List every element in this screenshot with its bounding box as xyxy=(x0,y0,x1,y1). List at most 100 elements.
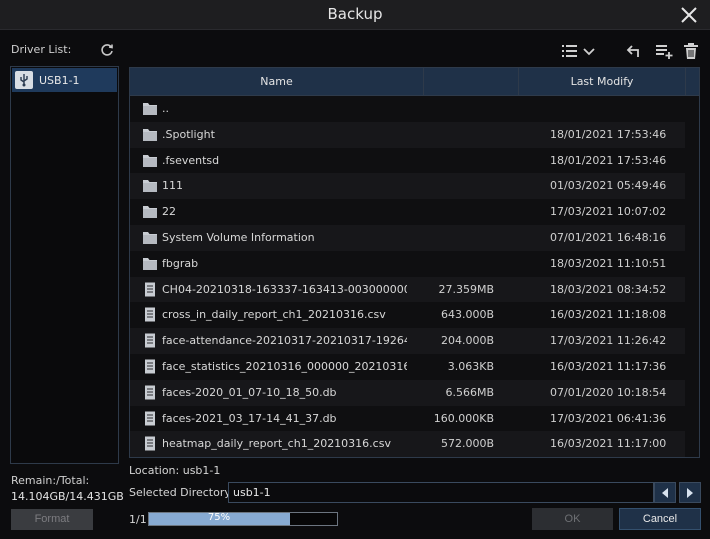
column-header-name[interactable]: Name xyxy=(130,68,424,96)
table-row[interactable]: .Spotlight 18/01/2021 17:53:46 xyxy=(130,121,699,148)
remain-total-value: 14.104GB/14.431GB xyxy=(11,490,124,503)
file-date: 16/03/2021 11:17:00 xyxy=(550,437,667,451)
file-icon xyxy=(142,436,158,451)
folder-icon xyxy=(142,101,158,116)
format-button[interactable]: Format xyxy=(11,509,93,530)
file-icon xyxy=(142,307,158,322)
column-header-size[interactable] xyxy=(424,68,519,96)
table-row[interactable]: faces-2021_03_17-14_41_37.db 160.000KB 17/… xyxy=(130,405,699,432)
file-name: faces-2021_03_17-14_41_37.db xyxy=(162,411,337,425)
file-date: 16/03/2021 11:17:36 xyxy=(550,359,667,373)
file-name: .fseventsd xyxy=(162,153,220,167)
table-row[interactable]: cross_in_daily_report_ch1_20210316.csv 64… xyxy=(130,302,699,329)
file-size: 27.359MB xyxy=(438,282,494,296)
prev-button[interactable] xyxy=(654,482,676,503)
file-name: .. xyxy=(162,102,169,115)
file-size: 643.000B xyxy=(440,308,494,322)
file-name: face_statistics_20210316_000000_20210316… xyxy=(162,359,407,373)
file-date: 16/03/2021 11:18:08 xyxy=(550,308,667,322)
table-row[interactable]: face-attendance-20210317-20210317-192643… xyxy=(130,328,699,354)
progress-bar: 75% xyxy=(148,512,338,526)
table-row[interactable]: .. xyxy=(130,96,699,122)
scrollbar[interactable] xyxy=(685,96,699,457)
table-row[interactable]: faces-2020_01_07-10_18_50.db 6.566MB 07/01… xyxy=(130,379,699,406)
cancel-button[interactable]: Cancel xyxy=(619,508,701,530)
file-size xyxy=(422,122,494,148)
next-button[interactable] xyxy=(679,482,701,503)
chevron-left-icon xyxy=(662,487,668,498)
title-bar: Backup xyxy=(0,0,710,30)
chevron-right-icon xyxy=(687,487,693,498)
folder-icon xyxy=(142,256,158,271)
location-text: Location: usb1-1 xyxy=(129,464,221,477)
file-date: 18/03/2021 08:34:52 xyxy=(550,282,667,296)
file-name: cross_in_daily_report_ch1_20210316.csv xyxy=(162,308,386,322)
file-icon xyxy=(142,411,158,426)
chevron-down-icon[interactable] xyxy=(582,42,596,60)
table-row[interactable]: face_statistics_20210316_000000_20210316… xyxy=(130,353,699,380)
file-table: Name Last Modify .. .Spotlight 18/01/2021 … xyxy=(129,67,700,458)
table-row[interactable]: System Volume Information 07/01/2021 16:4… xyxy=(130,224,699,251)
driver-item-usb1-1[interactable]: USB1-1 xyxy=(12,68,117,92)
file-size: 160.000KB xyxy=(433,411,494,425)
file-size xyxy=(422,173,494,199)
file-name: 22 xyxy=(162,205,176,219)
refresh-icon[interactable] xyxy=(100,43,114,57)
file-size xyxy=(422,148,494,174)
remain-total-label: Remain:/Total: xyxy=(11,474,90,487)
file-date: 07/01/2020 10:18:54 xyxy=(550,385,667,399)
file-name: fbgrab xyxy=(162,256,199,270)
file-size: 6.566MB xyxy=(445,385,494,399)
file-size: 204.000B xyxy=(440,334,494,348)
file-date: 18/01/2021 17:53:46 xyxy=(550,127,667,141)
file-size xyxy=(422,225,494,251)
list-view-icon[interactable] xyxy=(561,42,579,60)
file-size xyxy=(422,96,494,122)
table-row[interactable]: 111 01/03/2021 05:49:46 xyxy=(130,173,699,200)
file-icon xyxy=(142,282,158,297)
file-name: faces-2020_01_07-10_18_50.db xyxy=(162,385,337,399)
file-icon xyxy=(142,333,158,348)
selected-directory-label: Selected Directory: xyxy=(129,486,234,499)
usb-icon xyxy=(15,71,33,89)
file-size xyxy=(422,251,494,277)
file-date: 17/03/2021 11:26:42 xyxy=(550,334,667,348)
file-date: 07/01/2021 16:48:16 xyxy=(550,230,667,244)
folder-icon xyxy=(142,153,158,168)
selected-directory-input[interactable] xyxy=(228,482,654,503)
file-size xyxy=(422,199,494,225)
trash-icon[interactable] xyxy=(682,42,700,60)
folder-icon xyxy=(142,230,158,245)
driver-item-label: USB1-1 xyxy=(39,73,80,87)
table-body: .. .Spotlight 18/01/2021 17:53:46 .fsevents… xyxy=(130,96,699,457)
driver-list: USB1-1 xyxy=(10,66,119,464)
table-row[interactable]: CH04-20210318-163337-163413-0030000000 27… xyxy=(130,276,699,303)
file-date: 17/03/2021 06:41:36 xyxy=(550,411,667,425)
file-name: CH04-20210318-163337-163413-0030000000 xyxy=(162,282,407,296)
progress-percent: 75% xyxy=(207,512,231,523)
file-date: 01/03/2021 05:49:46 xyxy=(550,179,667,193)
file-date: 17/03/2021 10:07:02 xyxy=(550,205,667,219)
file-size: 572.000B xyxy=(440,437,494,451)
file-name: System Volume Information xyxy=(162,230,315,244)
window-title: Backup xyxy=(327,5,383,23)
file-name: .Spotlight xyxy=(162,127,215,141)
table-row[interactable]: heatmap_daily_report_ch1_20210316.csv 572… xyxy=(130,431,699,457)
folder-icon xyxy=(142,127,158,142)
close-icon[interactable] xyxy=(680,6,698,24)
table-row[interactable]: .fseventsd 18/01/2021 17:53:46 xyxy=(130,147,699,174)
table-header: Name Last Modify xyxy=(130,68,699,96)
back-icon[interactable] xyxy=(626,42,644,60)
table-row[interactable]: fbgrab 18/03/2021 11:10:51 xyxy=(130,250,699,277)
ok-button[interactable]: OK xyxy=(532,508,613,530)
file-icon xyxy=(142,359,158,374)
folder-icon xyxy=(142,178,158,193)
column-header-last-modify[interactable]: Last Modify xyxy=(519,68,686,96)
driver-list-label: Driver List: xyxy=(11,43,72,56)
new-folder-icon[interactable] xyxy=(655,42,673,60)
file-icon xyxy=(142,385,158,400)
folder-icon xyxy=(142,204,158,219)
file-name: heatmap_daily_report_ch1_20210316.csv xyxy=(162,437,391,451)
table-row[interactable]: 22 17/03/2021 10:07:02 xyxy=(130,199,699,225)
file-date: 18/01/2021 17:53:46 xyxy=(550,153,667,167)
